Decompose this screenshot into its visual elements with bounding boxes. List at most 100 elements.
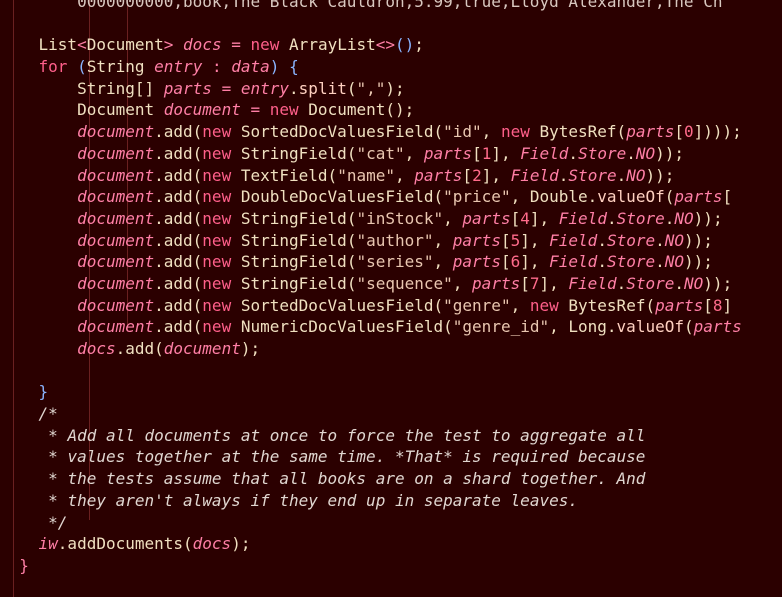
code-token: . — [664, 208, 675, 228]
code-line[interactable] — [0, 577, 742, 597]
code-token: . — [655, 252, 665, 272]
code-line[interactable]: Document document = new Document(); — [0, 99, 742, 121]
code-token: )); — [684, 252, 713, 272]
code-line[interactable]: } — [0, 381, 742, 403]
code-line[interactable]: /* — [0, 403, 742, 425]
code-token: NO — [674, 208, 694, 228]
code-token: entry — [154, 57, 203, 77]
code-token: new — [202, 165, 232, 185]
code-token: ], — [520, 252, 550, 272]
code-token: SortedDocValuesField — [240, 122, 434, 142]
code-line[interactable]: * they aren't always if they end up in s… — [0, 490, 742, 512]
code-line[interactable]: document.add(new TextField("name", parts… — [0, 165, 742, 187]
code-line[interactable]: document.add(new SortedDocValuesField("i… — [0, 121, 742, 143]
code-token: "genre_id" — [452, 317, 550, 337]
code-line[interactable]: } — [0, 555, 742, 577]
code-token: ]))); — [693, 122, 742, 142]
code-token: Store — [626, 273, 675, 293]
code-token: ( — [433, 295, 444, 315]
code-line[interactable]: document.add(new NumericDocValuesField("… — [0, 316, 742, 338]
code-line[interactable]: String[] parts = entry.split(","); — [0, 78, 742, 100]
code-token: Store — [578, 143, 627, 163]
code-token: ], — [491, 143, 521, 163]
code-token: NO — [664, 230, 685, 250]
code-token: , — [510, 187, 530, 207]
code-token: [ — [472, 143, 482, 163]
code-line[interactable]: for (String entry : data) { — [0, 56, 742, 78]
code-line[interactable]: List<Document> docs = new ArrayList<>(); — [0, 34, 742, 56]
code-token: [ — [500, 252, 511, 272]
code-line[interactable]: document.add(new StringField("sequence",… — [0, 273, 742, 295]
code-token: new — [202, 317, 232, 337]
code-token: "cat" — [356, 143, 405, 163]
code-line[interactable]: document.add(new DoubleDocValuesField("p… — [0, 186, 742, 208]
code-token: Double — [529, 187, 588, 207]
code-token: new — [202, 122, 232, 142]
code-line[interactable]: * the tests assume that all books are on… — [0, 468, 742, 490]
code-token: new — [202, 252, 232, 272]
code-token: ], — [481, 165, 511, 185]
code-token: Store — [568, 165, 617, 185]
code-token: SortedDocValuesField — [240, 295, 434, 315]
code-token: ( — [645, 295, 656, 315]
code-token: docs — [77, 339, 116, 358]
code-line[interactable]: document.add(new StringField("series", p… — [0, 251, 742, 273]
code-token: . — [558, 165, 569, 185]
code-token: Document — [86, 35, 164, 55]
code-line[interactable]: docs.add(document); — [0, 338, 742, 360]
code-token: document — [77, 122, 155, 142]
code-line[interactable] — [0, 13, 742, 35]
code-line[interactable]: document.add(new StringField("inStock", … — [0, 208, 742, 230]
code-token: ], — [529, 208, 559, 228]
code-token: document — [77, 317, 155, 337]
code-token: iw — [38, 534, 58, 554]
code-token: 0000000000,book,The Black Cauldron,5.99,… — [77, 0, 723, 11]
code-token: "name" — [337, 165, 395, 185]
code-line[interactable]: document.add(new StringField("author", p… — [0, 230, 742, 252]
code-token: 0 — [684, 122, 694, 142]
code-line[interactable]: * Add all documents at once to force the… — [0, 425, 742, 447]
code-token: ); — [240, 339, 261, 358]
code-token: document — [77, 295, 155, 315]
code-line[interactable]: document.add(new StringField("cat", part… — [0, 143, 742, 165]
code-token: for — [38, 57, 68, 77]
code-token: = — [231, 35, 241, 55]
code-line[interactable]: iw.addDocuments(docs); — [0, 533, 742, 555]
code-token: parts — [626, 122, 675, 142]
code-token: . — [597, 230, 607, 250]
code-token: () — [395, 35, 415, 55]
code-line[interactable] — [0, 360, 742, 382]
code-token: DoubleDocValuesField — [240, 187, 434, 207]
code-line[interactable]: document.add(new SortedDocValuesField("g… — [0, 295, 742, 317]
code-token: new — [500, 122, 530, 142]
code-token: "inStock" — [356, 208, 444, 228]
code-token: NO — [635, 143, 656, 163]
code-token: ( — [346, 208, 357, 228]
code-token: */ — [48, 512, 68, 532]
code-line[interactable]: */ — [0, 512, 742, 534]
code-token: Field — [549, 252, 598, 272]
code-editor[interactable]: 0000000000,book,The Black Cauldron,5.99,… — [0, 0, 782, 597]
code-token: , — [404, 143, 424, 163]
code-token: )); — [655, 143, 685, 163]
code-line[interactable]: 0000000000,book,The Black Cauldron,5.99,… — [0, 0, 742, 13]
code-line[interactable]: * values together at the same time. *Tha… — [0, 446, 742, 468]
